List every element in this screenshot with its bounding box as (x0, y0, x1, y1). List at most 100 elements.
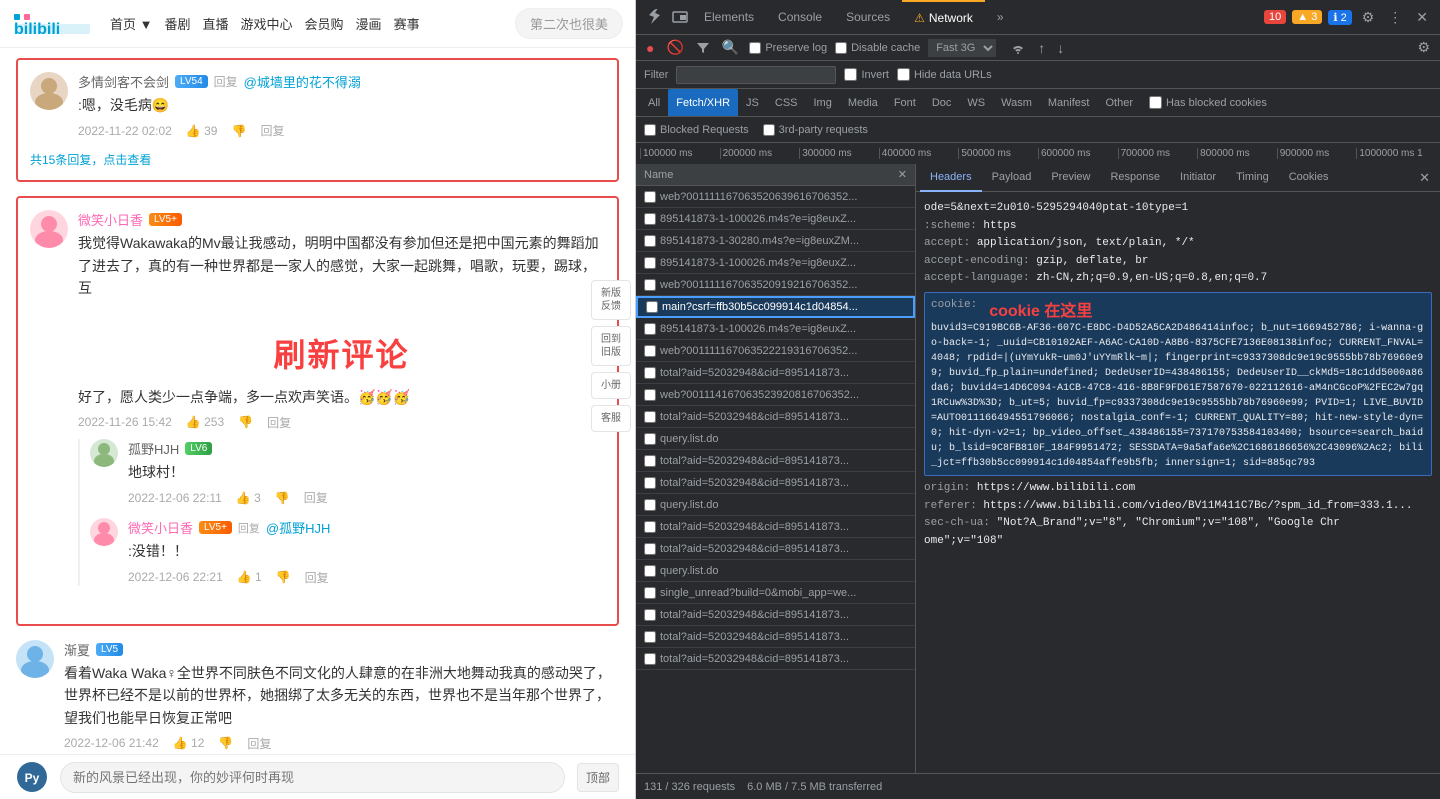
booklet-btn[interactable]: 小册 (591, 372, 631, 399)
tab-sources[interactable]: Sources (834, 0, 902, 34)
req-item-12[interactable]: total?aid=52032948&cid=895141873... (636, 450, 915, 472)
responsive-icon[interactable] (668, 5, 692, 29)
detail-close-btn[interactable]: ✕ (1413, 164, 1436, 191)
nav-shop[interactable]: 会员购 (305, 12, 344, 35)
reply-jiaxia[interactable]: 回复 (247, 735, 271, 752)
req-item-14[interactable]: query.list.do (636, 494, 915, 516)
req-item-10[interactable]: total?aid=52032948&cid=895141873... (636, 406, 915, 428)
dislike-btn-1[interactable]: 👎 (231, 124, 246, 138)
req-item-13[interactable]: total?aid=52032948&cid=895141873... (636, 472, 915, 494)
req-checkbox-9[interactable] (644, 389, 656, 401)
close-devtools-icon[interactable]: ✕ (1412, 5, 1432, 30)
sub-reply-to-2[interactable]: @孤野HJH (266, 518, 330, 537)
req-checkbox-13[interactable] (644, 477, 656, 489)
old-version-btn[interactable]: 回到旧版 (591, 326, 631, 366)
detail-tab-timing[interactable]: Timing (1226, 164, 1279, 192)
req-item-19[interactable]: total?aid=52032948&cid=895141873... (636, 604, 915, 626)
comment-input[interactable] (60, 762, 565, 793)
download-icon[interactable]: ↓ (1055, 38, 1066, 58)
type-media[interactable]: Media (840, 89, 886, 117)
filter-icon-btn[interactable] (694, 39, 712, 57)
type-manifest[interactable]: Manifest (1040, 89, 1098, 117)
type-all[interactable]: All (640, 89, 668, 117)
detail-tab-preview[interactable]: Preview (1041, 164, 1100, 192)
reply-to-1[interactable]: @城墙里的花不得溺 (244, 72, 361, 91)
nav-bangumi[interactable]: 番剧 (164, 12, 190, 35)
dislike-jiaxia[interactable]: 👎 (218, 736, 233, 750)
req-checkbox-17[interactable] (644, 565, 656, 577)
req-item-21[interactable]: total?aid=52032948&cid=895141873... (636, 648, 915, 670)
req-checkbox-6[interactable] (644, 323, 656, 335)
req-checkbox-1[interactable] (644, 213, 656, 225)
req-checkbox-18[interactable] (644, 587, 656, 599)
settings-network-icon[interactable]: ⚙ (1415, 37, 1432, 58)
record-btn[interactable]: ● (644, 38, 656, 58)
hide-data-checkbox[interactable] (897, 68, 910, 81)
type-fetch-xhr[interactable]: Fetch/XHR (668, 89, 738, 117)
req-checkbox-20[interactable] (644, 631, 656, 643)
disable-cache-label[interactable]: Disable cache (835, 42, 920, 54)
detail-tab-headers[interactable]: Headers (920, 164, 982, 192)
like-jiaxia[interactable]: 👍 12 (173, 736, 205, 750)
top-button[interactable]: 顶部 (577, 763, 619, 792)
blocked-cookies-label[interactable]: Has blocked cookies (1149, 96, 1267, 109)
see-more-1[interactable]: 共15条回复，点击查看 (30, 151, 605, 168)
req-checkbox-2[interactable] (644, 235, 656, 247)
upload-icon[interactable]: ↑ (1036, 38, 1047, 58)
req-checkbox-11[interactable] (644, 433, 656, 445)
req-checkbox-8[interactable] (644, 367, 656, 379)
inspect-icon[interactable] (644, 5, 668, 29)
req-item-3[interactable]: 895141873-1-100026.m4s?e=ig8euxZ... (636, 252, 915, 274)
filter-input[interactable] (676, 66, 836, 84)
type-ws[interactable]: WS (959, 89, 993, 117)
req-checkbox-3[interactable] (644, 257, 656, 269)
type-js[interactable]: JS (738, 89, 767, 117)
hide-data-label[interactable]: Hide data URLs (897, 68, 992, 81)
req-item-18[interactable]: single_unread?build=0&mobi_app=we... (636, 582, 915, 604)
req-checkbox-4[interactable] (644, 279, 656, 291)
sub-reply-2[interactable]: 回复 (305, 569, 329, 586)
req-item-20[interactable]: total?aid=52032948&cid=895141873... (636, 626, 915, 648)
like-btn-1[interactable]: 👍 39 (186, 124, 218, 138)
blocked-requests-label[interactable]: Blocked Requests (644, 124, 749, 136)
tab-more[interactable]: » (985, 0, 1016, 34)
settings-icon[interactable]: ⚙ (1358, 5, 1379, 30)
req-item-1[interactable]: 895141873-1-100026.m4s?e=ig8euxZ... (636, 208, 915, 230)
third-party-checkbox[interactable] (763, 124, 775, 136)
req-checkbox-0[interactable] (644, 191, 656, 203)
bili-logo[interactable]: bilibili (12, 10, 94, 38)
req-checkbox-14[interactable] (644, 499, 656, 511)
sub-dislike-2[interactable]: 👎 (276, 570, 291, 584)
preserve-log-label[interactable]: Preserve log (749, 42, 827, 54)
tab-elements[interactable]: Elements (692, 0, 766, 34)
req-item-8[interactable]: total?aid=52032948&cid=895141873... (636, 362, 915, 384)
type-css[interactable]: CSS (767, 89, 806, 117)
sub-reply-1[interactable]: 回复 (304, 489, 328, 506)
req-item-9[interactable]: web?001114167063523920816706352... (636, 384, 915, 406)
blocked-requests-checkbox[interactable] (644, 124, 656, 136)
nav-home[interactable]: 首页 ▼ (110, 12, 152, 35)
type-other[interactable]: Other (1097, 89, 1141, 117)
new-feedback-btn[interactable]: 新版反馈 (591, 280, 631, 320)
invert-checkbox[interactable] (844, 68, 857, 81)
sub-dislike-1[interactable]: 👎 (275, 491, 290, 505)
req-item-6[interactable]: 895141873-1-100026.m4s?e=ig8euxZ... (636, 318, 915, 340)
dislike-main[interactable]: 👎 (238, 415, 253, 429)
reply-main[interactable]: 回复 (267, 414, 291, 431)
detail-tab-response[interactable]: Response (1100, 164, 1170, 192)
tab-console[interactable]: Console (766, 0, 834, 34)
sub-like-1[interactable]: 👍 3 (236, 491, 261, 505)
req-item-4[interactable]: web?001111167063520919216706352... (636, 274, 915, 296)
clear-btn[interactable]: 🚫 (664, 37, 685, 58)
reply-btn-1[interactable]: 回复 (260, 122, 284, 139)
throttle-select[interactable]: Fast 3G (928, 39, 996, 57)
req-checkbox-16[interactable] (644, 543, 656, 555)
type-img[interactable]: Img (806, 89, 840, 117)
detail-tab-payload[interactable]: Payload (982, 164, 1042, 192)
like-main[interactable]: 👍 253 (186, 415, 224, 429)
detail-tab-cookies[interactable]: Cookies (1279, 164, 1339, 192)
nav-sports[interactable]: 赛事 (394, 12, 420, 35)
nav-game[interactable]: 游戏中心 (241, 12, 293, 35)
service-btn[interactable]: 客服 (591, 405, 631, 432)
req-item-7[interactable]: web?001111167063522219316706352... (636, 340, 915, 362)
